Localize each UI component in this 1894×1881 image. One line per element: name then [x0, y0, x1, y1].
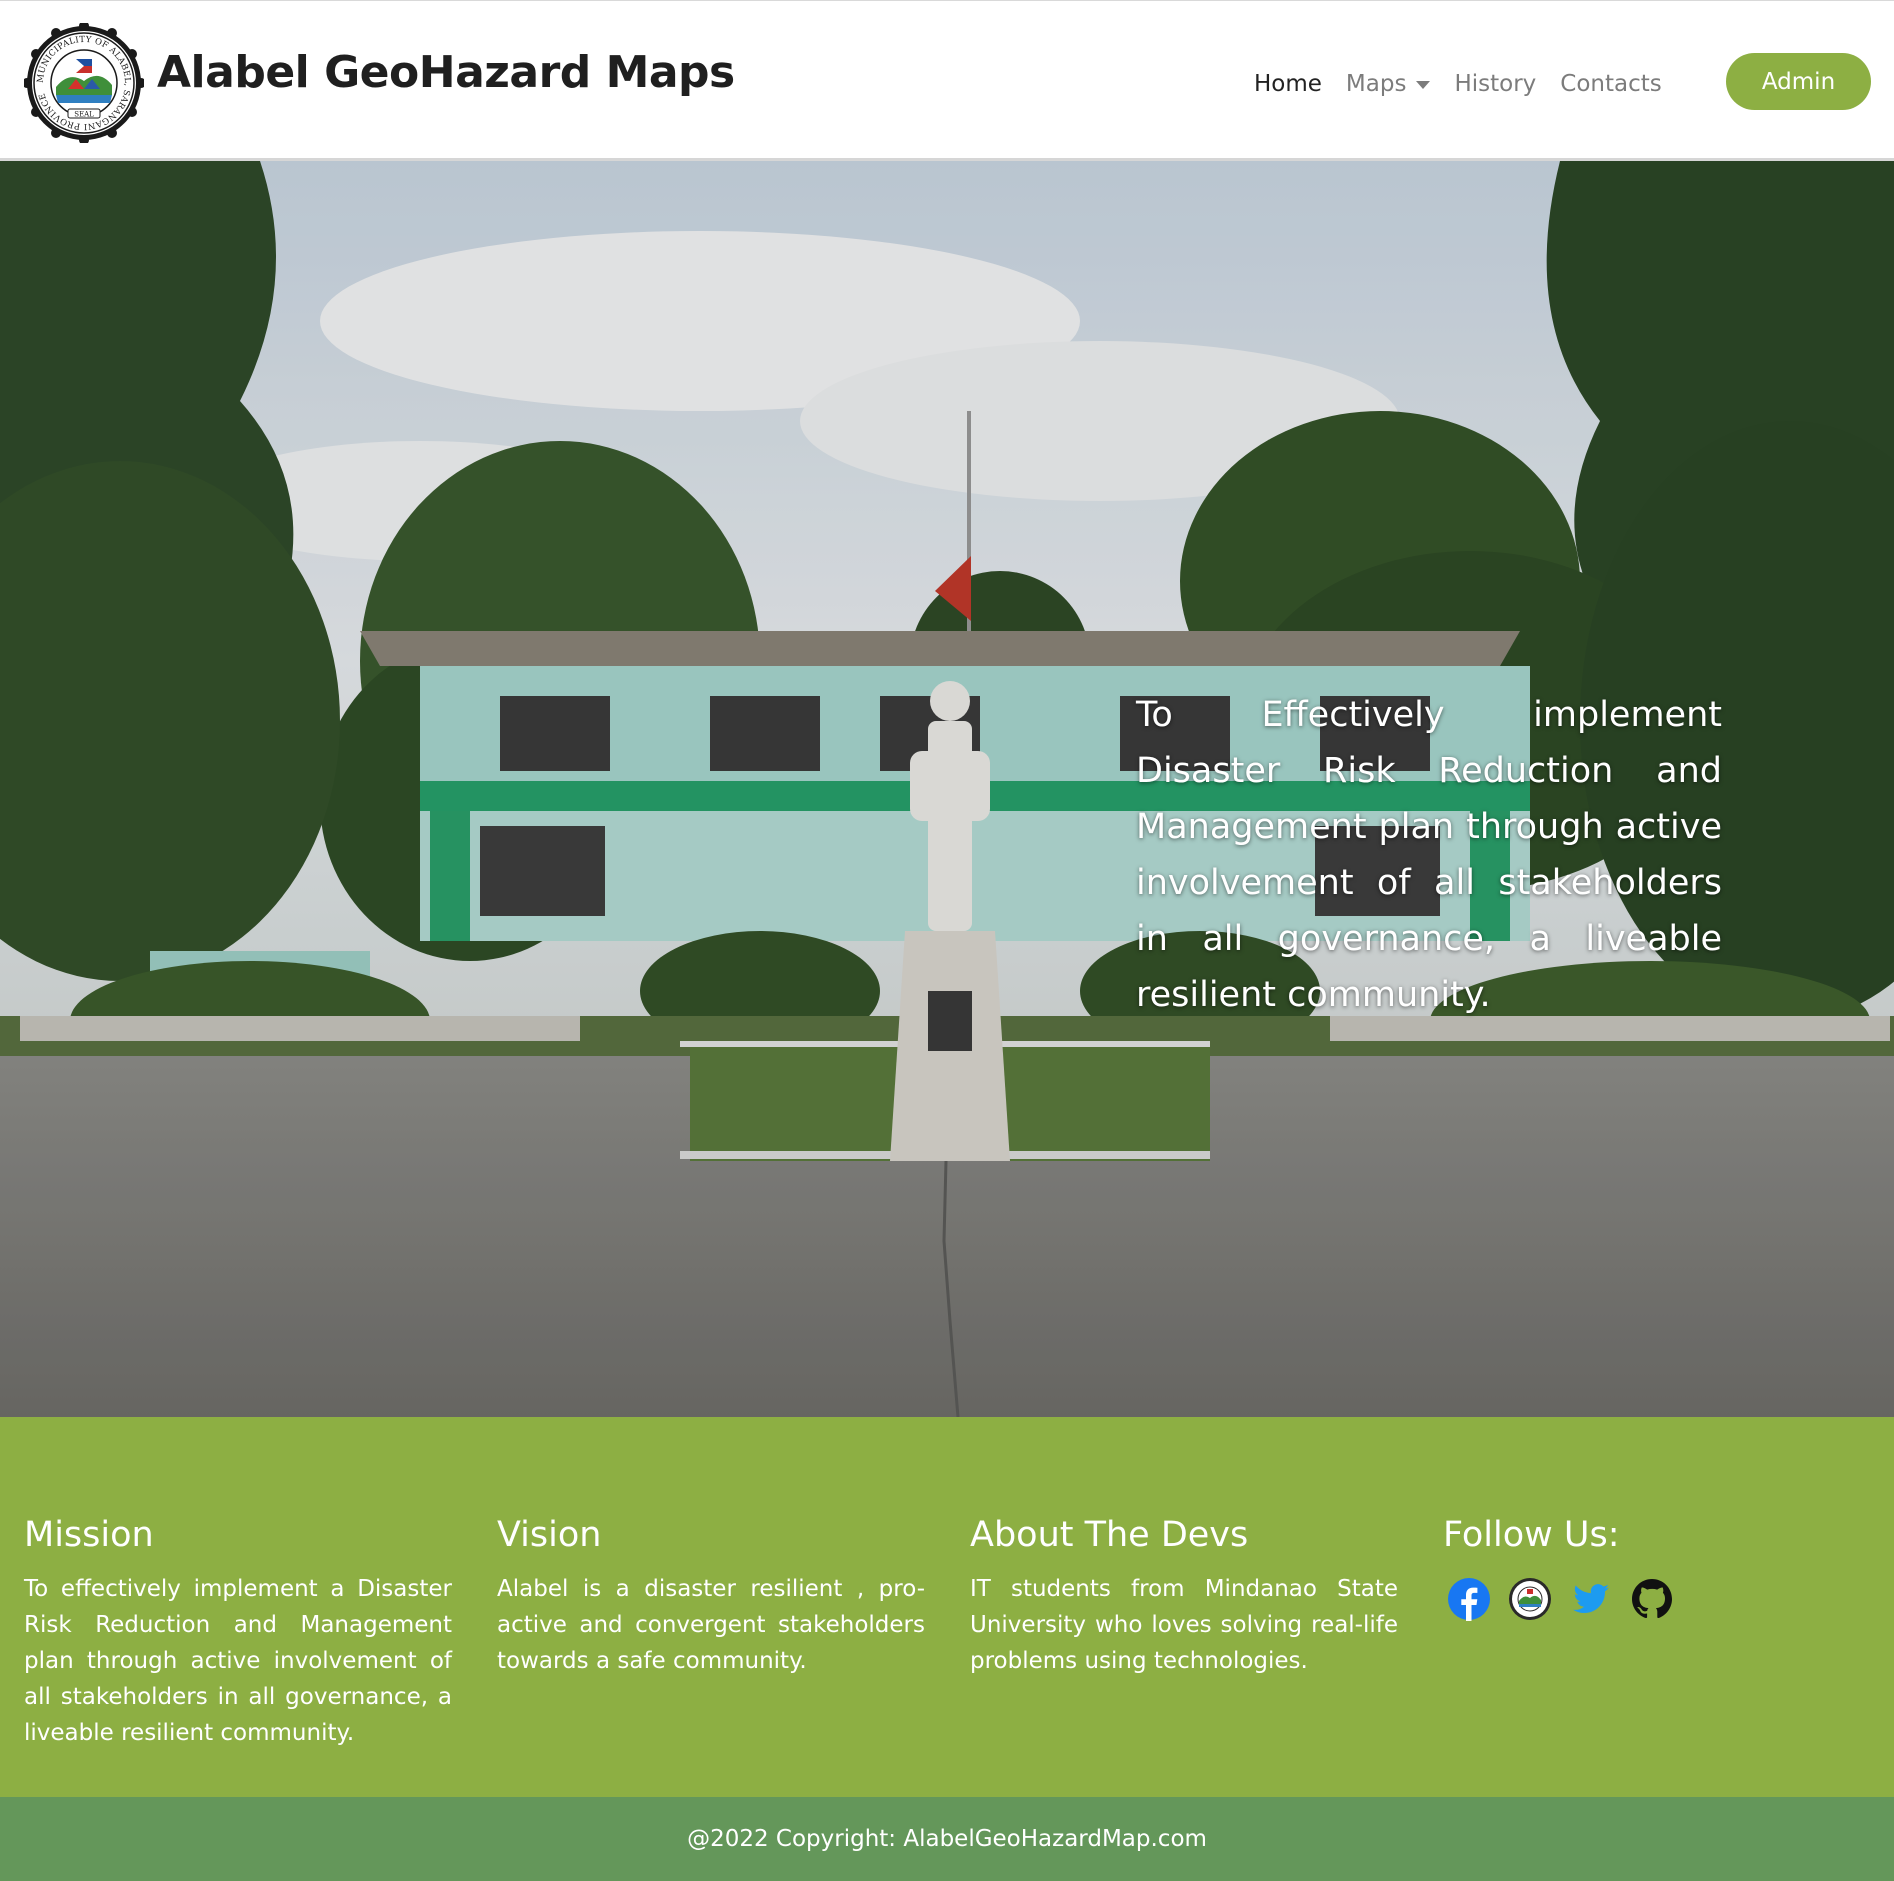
about-devs-column: About The Devs IT students from Mindanao…: [970, 1513, 1398, 1679]
hero-banner: To Effectively implement Disaster Risk R…: [0, 161, 1894, 1417]
about-devs-text: IT students from Mindanao State Universi…: [970, 1576, 1398, 1674]
nav-history-link[interactable]: History: [1454, 71, 1536, 97]
facebook-icon[interactable]: [1447, 1577, 1491, 1621]
mission-title: Mission: [24, 1515, 154, 1555]
info-section: Mission To effectively implement a Disas…: [0, 1417, 1894, 1797]
github-icon[interactable]: [1630, 1577, 1674, 1621]
admin-button[interactable]: Admin: [1726, 53, 1871, 110]
vision-title: Vision: [497, 1515, 602, 1555]
vision-column: Vision Alabel is a disaster resilient , …: [497, 1513, 925, 1679]
municipal-seal-logo[interactable]: MUNICIPALITY OF ALABEL, SARANGANI PROVIN…: [24, 23, 144, 143]
vision-text: Alabel is a disaster resilient , pro-act…: [497, 1576, 925, 1674]
about-devs-title: About The Devs: [970, 1515, 1249, 1555]
twitter-icon[interactable]: [1569, 1577, 1613, 1621]
chevron-down-icon: [1416, 81, 1431, 89]
navbar: MUNICIPALITY OF ALABEL, SARANGANI PROVIN…: [0, 0, 1894, 161]
brand-title[interactable]: Alabel GeoHazard Maps: [157, 47, 735, 98]
social-links: [1447, 1577, 1871, 1621]
mission-text: To effectively implement a Disaster Risk…: [24, 1576, 452, 1746]
main-nav: Home Maps History Contacts: [1254, 67, 1686, 101]
hero-statement: To Effectively implement Disaster Risk R…: [1136, 695, 1722, 1015]
copyright-text: @2022 Copyright: AlabelGeoHazardMap.com: [687, 1826, 1207, 1852]
nav-contacts-label: Contacts: [1560, 71, 1662, 97]
municipal-seal-icon[interactable]: [1508, 1577, 1552, 1621]
nav-maps-label: Maps: [1345, 71, 1407, 97]
nav-home-label: Home: [1254, 71, 1322, 97]
follow-us-column: Follow Us:: [1443, 1513, 1871, 1621]
follow-us-title: Follow Us:: [1443, 1515, 1620, 1555]
nav-home-link[interactable]: Home: [1254, 71, 1322, 97]
copyright-bar: @2022 Copyright: AlabelGeoHazardMap.com: [0, 1797, 1894, 1881]
admin-button-label: Admin: [1761, 68, 1836, 95]
nav-contacts-link[interactable]: Contacts: [1560, 71, 1661, 97]
mission-column: Mission To effectively implement a Disas…: [24, 1513, 452, 1751]
nav-history-label: History: [1454, 71, 1537, 97]
svg-text:SEAL: SEAL: [74, 111, 94, 119]
nav-maps-dropdown[interactable]: Maps: [1346, 71, 1431, 97]
